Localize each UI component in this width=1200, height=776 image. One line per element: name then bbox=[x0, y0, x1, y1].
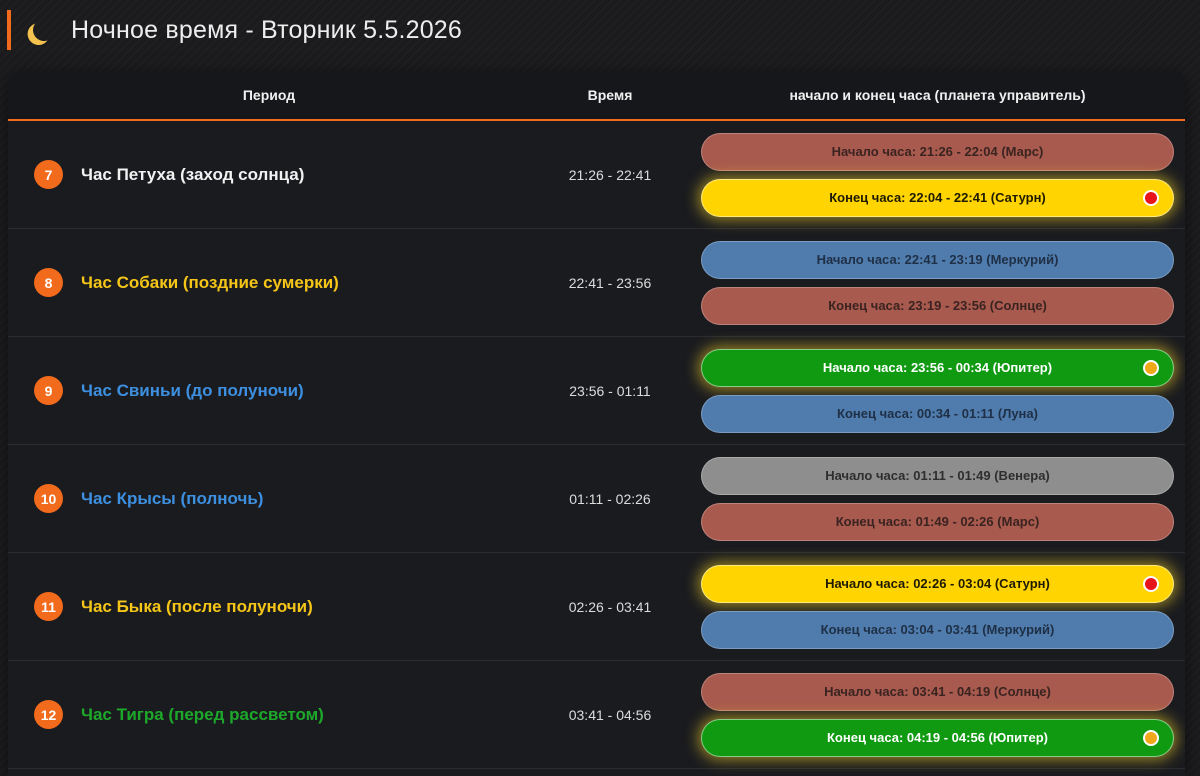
period-cell: 11 Час Быка (после полуночи) bbox=[8, 592, 530, 621]
hour-end-pill[interactable]: Конец часа: 04:19 - 04:56 (Юпитер) bbox=[701, 718, 1174, 757]
time-range: 23:56 - 01:11 bbox=[569, 382, 651, 399]
period-cell: 12 Час Тигра (перед рассветом) bbox=[8, 700, 530, 729]
hour-pill-label: Начало часа: 01:11 - 01:49 (Венера) bbox=[825, 468, 1050, 483]
period-name: Час Собаки (поздние сумерки) bbox=[81, 272, 339, 292]
hour-pill-label: Начало часа: 02:26 - 03:04 (Сатурн) bbox=[825, 576, 1050, 591]
active-indicator-dot-icon bbox=[1143, 359, 1159, 376]
period-number-badge: 12 bbox=[34, 700, 63, 729]
hour-end-pill[interactable]: Конец часа: 03:04 - 03:41 (Меркурий) bbox=[701, 610, 1174, 649]
period-number-badge: 9 bbox=[34, 376, 63, 405]
period-number-badge: 7 bbox=[34, 160, 63, 189]
table-row[interactable]: 9 Час Свиньи (до полуночи) 23:56 - 01:11 На… bbox=[8, 337, 1185, 445]
table-row[interactable]: 8 Час Собаки (поздние сумерки) 22:41 - 23:… bbox=[8, 229, 1185, 337]
hour-pills-cell: Начало часа: 01:11 - 01:49 (Венера) Конец… bbox=[690, 456, 1185, 541]
table-row[interactable]: 7 Час Петуха (заход солнца) 21:26 - 22:41 Н… bbox=[8, 121, 1185, 229]
period-number-badge: 10 bbox=[34, 484, 63, 513]
hour-pills-cell: Начало часа: 03:41 - 04:19 (Солнце) Конец… bbox=[690, 672, 1185, 757]
active-indicator-dot-icon bbox=[1143, 575, 1159, 592]
time-range: 02:26 - 03:41 bbox=[568, 598, 652, 615]
page-title: Ночное время - Вторник 5.5.2026 bbox=[71, 15, 463, 44]
hour-pill-label: Конец часа: 03:04 - 03:41 (Меркурий) bbox=[820, 622, 1055, 637]
hour-end-pill[interactable]: Конец часа: 23:19 - 23:56 (Солнце) bbox=[701, 286, 1174, 325]
hour-pill-label: Начало часа: 22:41 - 23:19 (Меркурий) bbox=[816, 252, 1059, 267]
period-name: Час Петуха (заход солнца) bbox=[81, 164, 305, 184]
time-range: 22:41 - 23:56 bbox=[568, 274, 652, 291]
period-cell: 10 Час Крысы (полночь) bbox=[8, 484, 530, 513]
hour-pill-label: Начало часа: 23:56 - 00:34 (Юпитер) bbox=[822, 360, 1053, 375]
time-range: 21:26 - 22:41 bbox=[568, 166, 652, 183]
hour-end-pill[interactable]: Конец часа: 22:04 - 22:41 (Сатурн) bbox=[701, 178, 1174, 217]
hour-start-pill[interactable]: Начало часа: 22:41 - 23:19 (Меркурий) bbox=[701, 240, 1174, 279]
hour-pills-cell: Начало часа: 02:26 - 03:04 (Сатурн) Конец… bbox=[690, 564, 1185, 649]
hour-pills-cell: Начало часа: 21:26 - 22:04 (Марс) Конец ч… bbox=[690, 132, 1185, 217]
period-name: Час Быка (после полуночи) bbox=[81, 596, 313, 616]
period-name: Час Тигра (перед рассветом) bbox=[81, 704, 324, 724]
period-cell: 9 Час Свиньи (до полуночи) bbox=[8, 376, 530, 405]
hour-pill-label: Конец часа: 04:19 - 04:56 (Юпитер) bbox=[826, 730, 1048, 745]
table-row[interactable]: 10 Час Крысы (полночь) 01:11 - 02:26 Начало… bbox=[8, 445, 1185, 553]
period-cell: 8 Час Собаки (поздние сумерки) bbox=[8, 268, 530, 297]
active-indicator-dot-icon bbox=[1143, 729, 1159, 746]
header-time: Время bbox=[587, 87, 633, 103]
page-header: Ночное время - Вторник 5.5.2026 bbox=[7, 10, 462, 50]
header-period: Период bbox=[242, 87, 296, 103]
time-range: 03:41 - 04:56 bbox=[568, 706, 652, 723]
table-row[interactable]: 11 Час Быка (после полуночи) 02:26 - 03:41… bbox=[8, 553, 1185, 661]
period-number-badge: 11 bbox=[34, 592, 63, 621]
hour-pill-label: Конец часа: 00:34 - 01:11 (Луна) bbox=[837, 406, 1038, 421]
period-name: Час Крысы (полночь) bbox=[81, 488, 264, 508]
table-header: Период Время начало и конец часа (планет… bbox=[8, 71, 1185, 121]
crescent-moon-icon bbox=[31, 17, 56, 42]
hour-pill-label: Конец часа: 01:49 - 02:26 (Марс) bbox=[835, 514, 1040, 529]
period-number-badge: 8 bbox=[34, 268, 63, 297]
period-name: Час Свиньи (до полуночи) bbox=[81, 380, 304, 400]
hour-pills-cell: Начало часа: 22:41 - 23:19 (Меркурий) Кон… bbox=[690, 240, 1185, 325]
hour-pill-label: Конец часа: 23:19 - 23:56 (Солнце) bbox=[828, 298, 1047, 313]
table-row[interactable]: 12 Час Тигра (перед рассветом) 03:41 - 04:… bbox=[8, 661, 1185, 769]
hour-start-pill[interactable]: Начало часа: 03:41 - 04:19 (Солнце) bbox=[701, 672, 1174, 711]
time-range: 01:11 - 02:26 bbox=[569, 490, 651, 507]
hour-pills-cell: Начало часа: 23:56 - 00:34 (Юпитер) Конец… bbox=[690, 348, 1185, 433]
hour-pill-label: Конец часа: 22:04 - 22:41 (Сатурн) bbox=[829, 190, 1046, 205]
hour-start-pill[interactable]: Начало часа: 01:11 - 01:49 (Венера) bbox=[701, 456, 1174, 495]
hour-start-pill[interactable]: Начало часа: 02:26 - 03:04 (Сатурн) bbox=[701, 564, 1174, 603]
hour-pill-label: Начало часа: 21:26 - 22:04 (Марс) bbox=[831, 144, 1044, 159]
hour-start-pill[interactable]: Начало часа: 21:26 - 22:04 (Марс) bbox=[701, 132, 1174, 171]
night-hours-table: Период Время начало и конец часа (планет… bbox=[8, 71, 1185, 776]
header-hours: начало и конец часа (планета управитель) bbox=[789, 87, 1086, 103]
hour-start-pill[interactable]: Начало часа: 23:56 - 00:34 (Юпитер) bbox=[701, 348, 1174, 387]
hour-end-pill[interactable]: Конец часа: 01:49 - 02:26 (Марс) bbox=[701, 502, 1174, 541]
period-cell: 7 Час Петуха (заход солнца) bbox=[8, 160, 530, 189]
hour-pill-label: Начало часа: 03:41 - 04:19 (Солнце) bbox=[824, 684, 1051, 699]
table-body: 7 Час Петуха (заход солнца) 21:26 - 22:41 Н… bbox=[8, 121, 1185, 769]
active-indicator-dot-icon bbox=[1143, 189, 1159, 206]
hour-end-pill[interactable]: Конец часа: 00:34 - 01:11 (Луна) bbox=[701, 394, 1174, 433]
